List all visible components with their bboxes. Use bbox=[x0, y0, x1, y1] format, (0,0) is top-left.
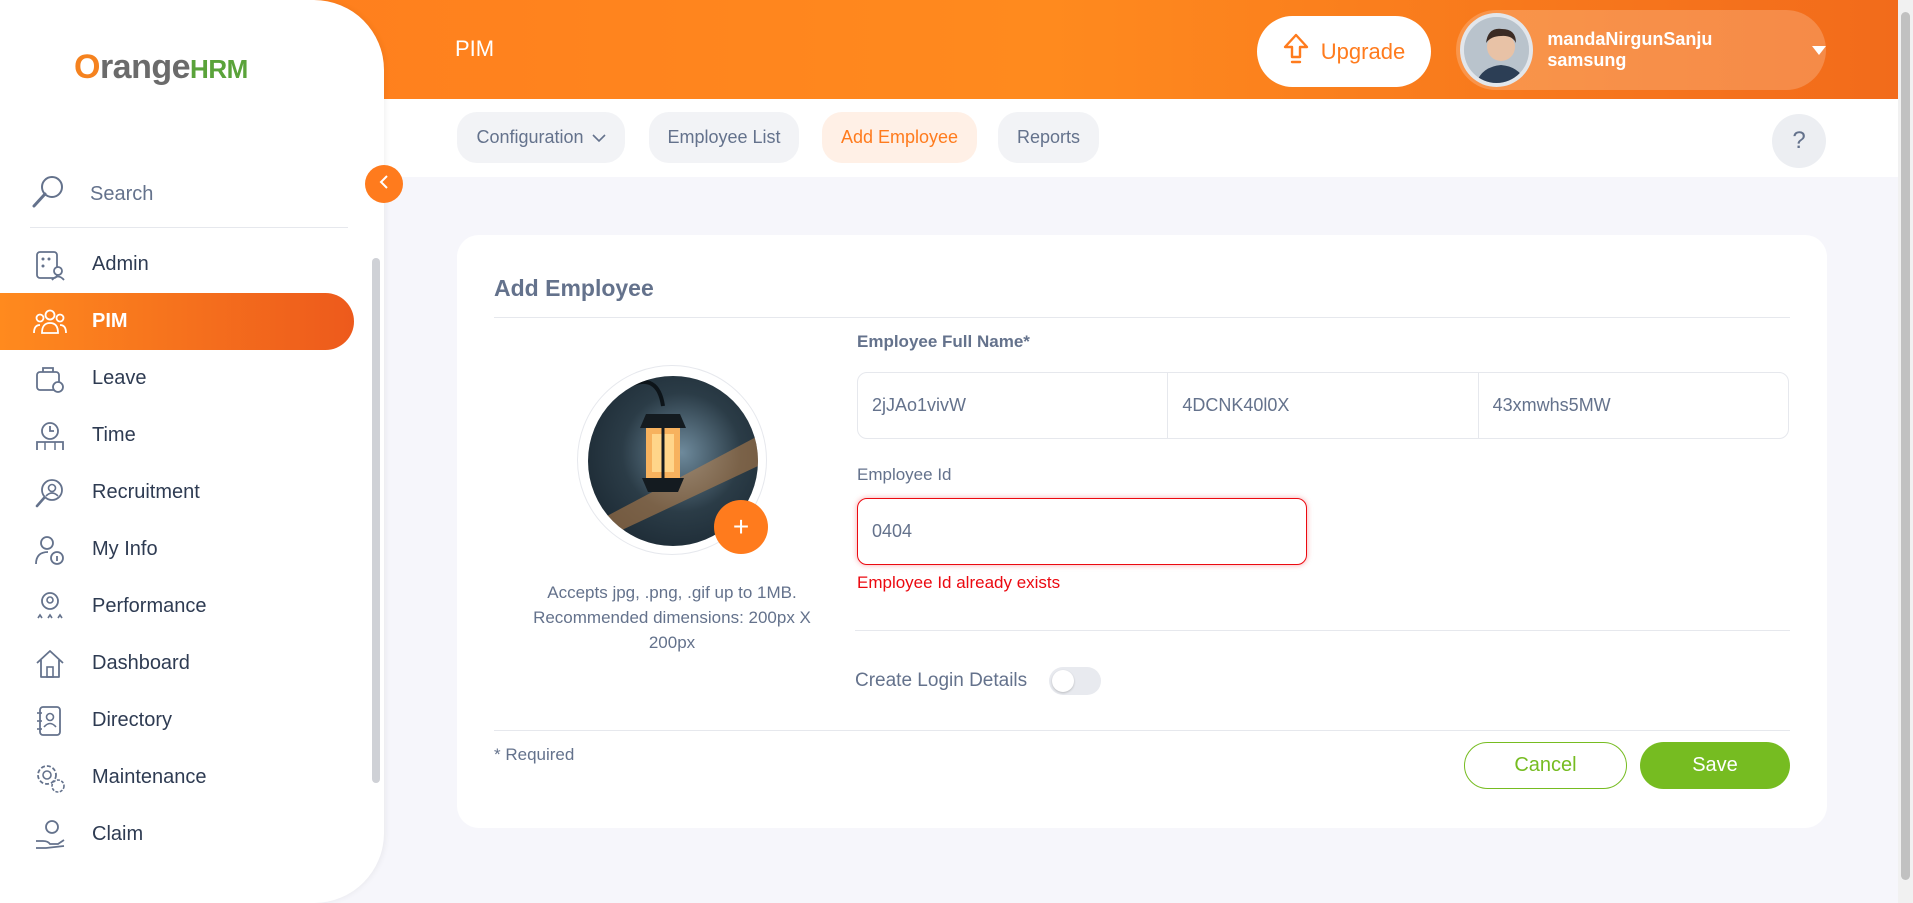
claim-icon bbox=[32, 817, 68, 853]
maintenance-icon bbox=[32, 760, 68, 796]
pim-subnav: Configuration Employee List Add Employee… bbox=[384, 99, 1898, 177]
sidebar-item-label: Maintenance bbox=[92, 766, 207, 788]
tab-employee-list[interactable]: Employee List bbox=[649, 112, 799, 163]
sidebar-item-label: My Info bbox=[92, 538, 158, 560]
create-login-label: Create Login Details bbox=[855, 670, 1028, 691]
sidebar-item-my-info[interactable]: My Info bbox=[0, 521, 384, 578]
upgrade-arrow-icon bbox=[1283, 33, 1309, 71]
sidebar-search[interactable]: Search bbox=[30, 162, 348, 228]
tab-add-employee[interactable]: Add Employee bbox=[822, 112, 977, 163]
create-login-row: Create Login Details bbox=[855, 667, 1102, 695]
divider bbox=[494, 317, 1790, 318]
employee-id-input[interactable]: 0404 bbox=[857, 498, 1307, 565]
cancel-button[interactable]: Cancel bbox=[1464, 742, 1627, 789]
full-name-label: Employee Full Name* bbox=[857, 332, 1030, 351]
sidebar-item-time[interactable]: Time bbox=[0, 407, 384, 464]
orangehrm-logo: OrangeHRM bbox=[74, 48, 248, 86]
sidebar-item-label: Leave bbox=[92, 367, 147, 389]
user-dropdown[interactable]: mandaNirgunSanju samsung bbox=[1456, 10, 1826, 90]
leave-icon bbox=[32, 361, 68, 397]
upgrade-button[interactable]: Upgrade bbox=[1257, 16, 1431, 87]
create-login-toggle[interactable] bbox=[1049, 667, 1102, 695]
add-employee-card: Add Employee + Accepts jpg, .png, .gif u… bbox=[457, 235, 1827, 828]
search-placeholder: Search bbox=[90, 183, 154, 205]
sidebar-item-directory[interactable]: Directory bbox=[0, 692, 384, 749]
page-title: Add Employee bbox=[494, 275, 654, 301]
sidebar-item-maintenance[interactable]: Maintenance bbox=[0, 749, 384, 806]
chevron-down-icon bbox=[591, 127, 606, 148]
module-title: PIM bbox=[455, 36, 495, 61]
sidebar-item-label: Claim bbox=[92, 823, 144, 845]
user-name: mandaNirgunSanju samsung bbox=[1547, 29, 1713, 70]
employee-id-error: Employee Id already exists bbox=[857, 573, 1061, 592]
page-scrollbar-thumb[interactable] bbox=[1901, 12, 1910, 880]
middle-name-input[interactable]: 4DCNK40l0X bbox=[1168, 373, 1479, 438]
sidebar-item-dashboard[interactable]: Dashboard bbox=[0, 635, 384, 692]
dashboard-icon bbox=[32, 646, 68, 682]
tab-reports[interactable]: Reports bbox=[998, 112, 1099, 163]
sidebar-item-label: Admin bbox=[92, 253, 149, 275]
question-icon: ? bbox=[1792, 127, 1806, 154]
first-name-input[interactable]: 2jJAo1vivW bbox=[858, 373, 1169, 438]
sidebar-item-recruitment[interactable]: Recruitment bbox=[0, 464, 384, 521]
tab-label: Add Employee bbox=[840, 127, 959, 147]
admin-icon bbox=[32, 247, 68, 283]
sidebar-collapse-button[interactable] bbox=[365, 165, 403, 203]
toggle-knob bbox=[1052, 670, 1075, 692]
sidebar-item-label: PIM bbox=[92, 310, 128, 332]
my-info-icon bbox=[32, 532, 68, 568]
chevron-left-icon bbox=[378, 173, 390, 196]
sidebar-item-label: Directory bbox=[92, 709, 173, 731]
tab-label: Configuration bbox=[476, 127, 584, 147]
sidebar-item-label: Time bbox=[92, 424, 136, 446]
sidebar-item-admin[interactable]: Admin bbox=[0, 236, 384, 293]
sidebar-item-pim[interactable]: PIM bbox=[0, 293, 354, 350]
caret-down-icon bbox=[1812, 45, 1826, 55]
sidebar-scrollbar-thumb[interactable] bbox=[372, 258, 380, 783]
last-name-input[interactable]: 43xmwhs5MW bbox=[1479, 373, 1788, 438]
sidebar-item-label: Performance bbox=[92, 595, 207, 617]
pim-icon bbox=[32, 304, 68, 340]
sidebar-item-performance[interactable]: Performance bbox=[0, 578, 384, 635]
sidebar: OrangeHRM Search Admin PIM Leave Time Re… bbox=[0, 0, 384, 903]
sidebar-item-label: Recruitment bbox=[92, 481, 200, 503]
upgrade-label: Upgrade bbox=[1320, 38, 1406, 64]
search-icon bbox=[30, 174, 66, 215]
help-button[interactable]: ? bbox=[1772, 114, 1826, 168]
add-photo-button[interactable]: + bbox=[714, 500, 768, 554]
employee-id-label: Employee Id bbox=[857, 465, 952, 484]
tab-label: Employee List bbox=[667, 127, 781, 147]
time-icon bbox=[32, 418, 68, 454]
directory-icon bbox=[32, 703, 68, 739]
tab-configuration[interactable]: Configuration bbox=[457, 112, 625, 163]
divider bbox=[494, 730, 1790, 731]
recruitment-icon bbox=[32, 475, 68, 511]
full-name-inputs: 2jJAo1vivW 4DCNK40l0X 43xmwhs5MW bbox=[857, 372, 1789, 439]
performance-icon bbox=[32, 589, 68, 625]
sidebar-item-leave[interactable]: Leave bbox=[0, 350, 384, 407]
divider bbox=[855, 630, 1790, 631]
sidebar-item-claim[interactable]: Claim bbox=[0, 806, 384, 863]
avatar bbox=[1460, 13, 1534, 87]
sidebar-nav: Admin PIM Leave Time Recruitment My Info… bbox=[0, 236, 384, 863]
save-button[interactable]: Save bbox=[1640, 742, 1790, 789]
required-note: * Required bbox=[494, 745, 575, 764]
photo-hint: Accepts jpg, .png, .gif up to 1MB. Recom… bbox=[533, 583, 811, 652]
tab-label: Reports bbox=[1016, 127, 1081, 147]
sidebar-item-label: Dashboard bbox=[92, 652, 190, 674]
